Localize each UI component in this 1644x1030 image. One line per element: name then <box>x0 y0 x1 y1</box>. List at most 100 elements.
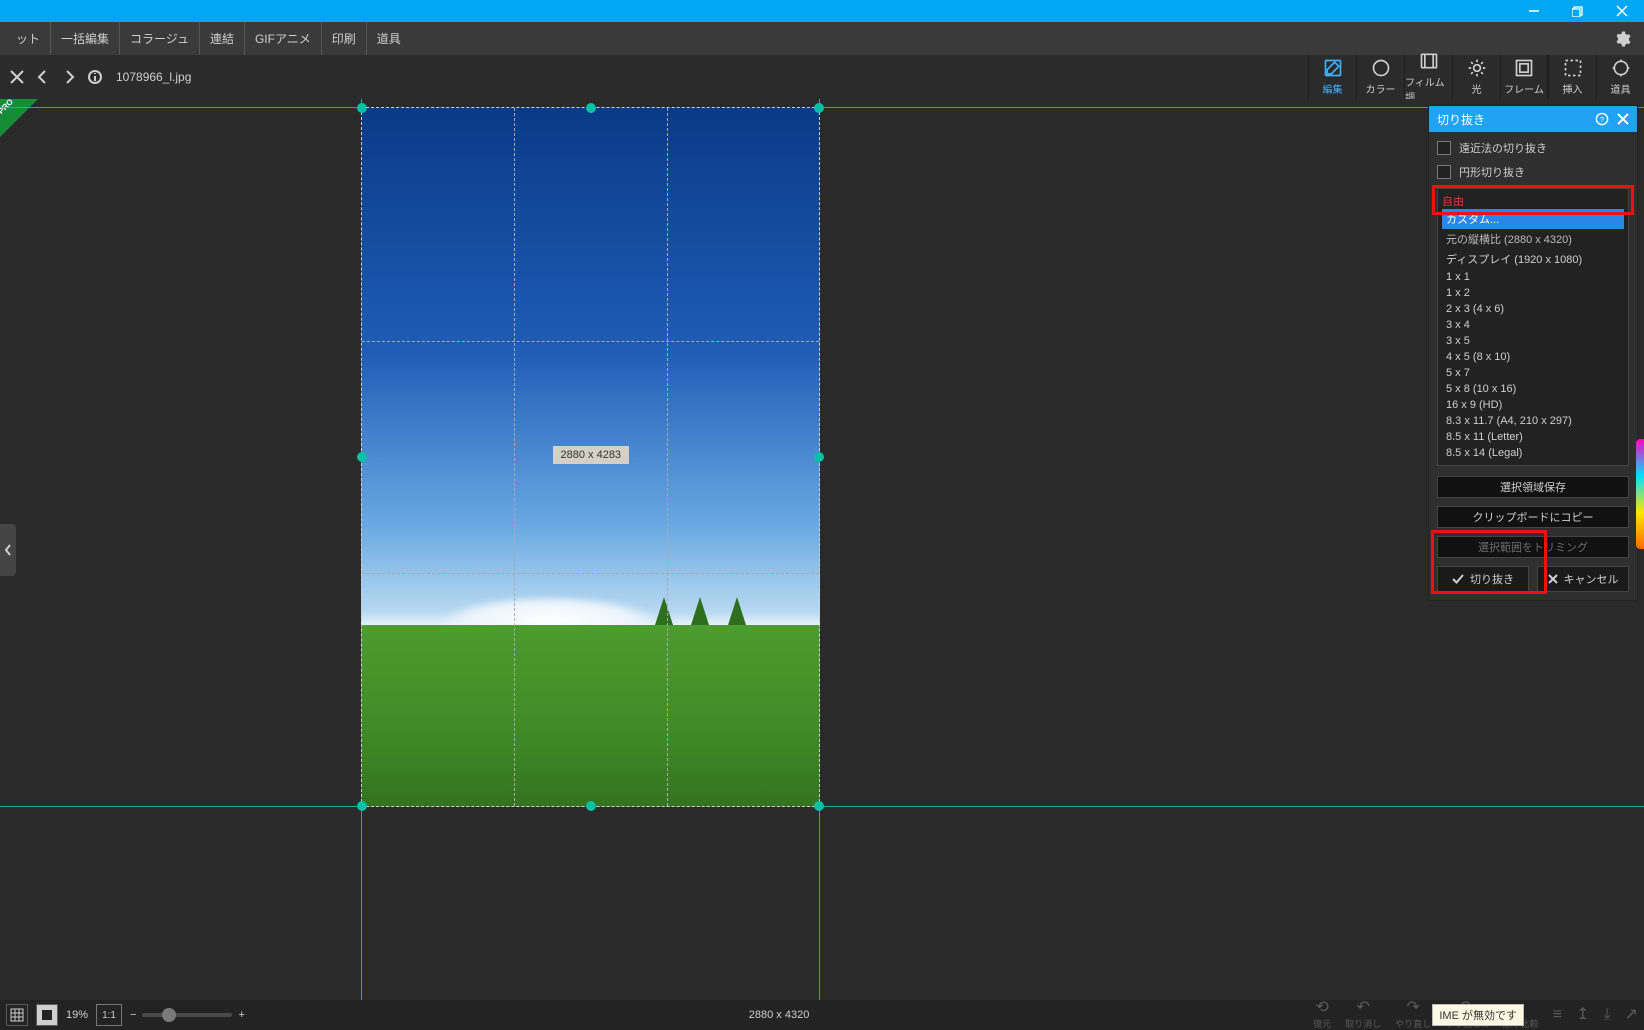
panel-close-button[interactable] <box>1617 113 1629 125</box>
checkbox-icon <box>1437 165 1451 179</box>
tool-tab-frame[interactable]: フレーム <box>1500 55 1548 99</box>
trim-selection-button: 選択範囲をトリミング <box>1437 536 1629 558</box>
save-selection-button[interactable]: 選択領域保存 <box>1437 476 1629 498</box>
canvas-area[interactable]: PRO 2880 x 4283 <box>0 99 1644 1000</box>
download-icon: ⤓ <box>1604 1007 1611 1023</box>
tool-tab-film[interactable]: フィルム調 <box>1404 55 1452 99</box>
ratio-item[interactable]: 1 x 2 <box>1442 285 1624 301</box>
ratio-item[interactable]: 5 x 7 <box>1442 365 1624 381</box>
pro-badge: PRO <box>0 99 38 137</box>
option-perspective-crop[interactable]: 遠近法の切り抜き <box>1437 140 1629 156</box>
menu-item-3[interactable]: 連結 <box>200 22 245 55</box>
icon-label: 取り消し <box>1345 1017 1381 1030</box>
ratio-item[interactable]: ディスプレイ (1920 x 1080) <box>1442 249 1624 269</box>
share-button[interactable]: ↗ <box>1625 1007 1638 1023</box>
ratio-item[interactable]: 4 x 5 (8 x 10) <box>1442 349 1624 365</box>
ratio-item[interactable]: 5 x 8 (10 x 16) <box>1442 381 1624 397</box>
crop-overlay[interactable]: 2880 x 4283 <box>361 107 820 807</box>
tools-icon <box>1609 58 1633 78</box>
nav-forward-button[interactable] <box>56 55 82 99</box>
crop-grid-line <box>362 341 819 342</box>
crop-cancel-button[interactable]: キャンセル <box>1537 566 1629 592</box>
option-circle-crop[interactable]: 円形切り抜き <box>1437 164 1629 180</box>
checkbox-icon <box>1437 141 1451 155</box>
redo-button[interactable]: ↷やり直し <box>1395 1000 1431 1030</box>
crop-handle-tm[interactable] <box>586 103 596 113</box>
zoom-track[interactable] <box>142 1013 232 1017</box>
crop-handle-mr[interactable] <box>814 452 824 462</box>
copy-clipboard-button[interactable]: クリップボードにコピー <box>1437 506 1629 528</box>
button-label: 選択範囲をトリミング <box>1478 542 1588 554</box>
ratio-item[interactable]: 2 x 3 (4 x 6) <box>1442 301 1624 317</box>
close-file-button[interactable] <box>4 55 30 99</box>
zoom-thumb[interactable] <box>162 1008 176 1022</box>
left-collapser[interactable] <box>0 524 16 576</box>
undo-button[interactable]: ↶取り消し <box>1345 1000 1381 1030</box>
menu-item-label: GIFアニメ <box>255 30 311 47</box>
settings-gear-button[interactable] <box>1605 22 1638 55</box>
nav-back-button[interactable] <box>30 55 56 99</box>
status-bar: 19% 1:1 − + 2880 x 4320 ⟲復元 ↶取り消し ↷やり直し … <box>0 1000 1644 1030</box>
ratio-item[interactable]: 8.5 x 11 (Letter) <box>1442 429 1624 445</box>
tool-tab-light[interactable]: 光 <box>1452 55 1500 99</box>
crop-confirm-button[interactable]: 切り抜き <box>1437 566 1529 592</box>
ratio-item[interactable]: 16 x 9 (HD) <box>1442 397 1624 413</box>
crop-handle-tr[interactable] <box>814 103 824 113</box>
history-button[interactable]: ≡ <box>1553 1007 1562 1023</box>
menu-item-0[interactable]: ット <box>6 22 51 55</box>
image-dimensions: 2880 x 4320 <box>749 1009 810 1021</box>
export-icon: ↥ <box>1576 1007 1589 1023</box>
ratio-item-truncated[interactable]: 元の縦横比 (2880 x 4320) <box>1442 229 1624 249</box>
window-close-button[interactable] <box>1600 0 1644 22</box>
menu-item-2[interactable]: コラージュ <box>120 22 200 55</box>
tool-tab-edit[interactable]: 編集 <box>1308 55 1356 99</box>
menu-item-label: 印刷 <box>332 30 356 47</box>
tool-tab-color[interactable]: カラー <box>1356 55 1404 99</box>
aspect-ratio-list[interactable]: 自由 カスタム... 元の縦横比 (2880 x 4320) ディスプレイ (1… <box>1437 188 1629 466</box>
window-minimize-button[interactable] <box>1512 0 1556 22</box>
tool-tab-insert[interactable]: 挿入 <box>1548 55 1596 99</box>
restore-icon: ⟲ <box>1315 1000 1328 1016</box>
ratio-item-selected[interactable]: カスタム... <box>1442 209 1624 229</box>
save-button[interactable]: ⤓ <box>1604 1007 1611 1023</box>
restore-button[interactable]: ⟲復元 <box>1313 1000 1331 1030</box>
menu-item-1[interactable]: 一括編集 <box>51 22 120 55</box>
tool-tab-label: 挿入 <box>1563 81 1583 96</box>
menu-item-4[interactable]: GIFアニメ <box>245 22 322 55</box>
current-filename: 1078966_l.jpg <box>116 70 191 84</box>
menu-item-label: コラージュ <box>130 30 189 47</box>
panel-help-button[interactable]: ? <box>1595 112 1609 126</box>
tool-tabs: 編集 カラー フィルム調 光 <box>1308 55 1644 99</box>
zoom-slider[interactable]: − + <box>130 1009 245 1021</box>
zoom-actual-size-button[interactable]: 1:1 <box>96 1004 122 1026</box>
crop-grid-line <box>667 108 668 806</box>
ratio-item[interactable]: 8.5 x 14 (Legal) <box>1442 445 1624 461</box>
menu-item-5[interactable]: 印刷 <box>322 22 367 55</box>
menu-item-label: 連結 <box>210 30 234 47</box>
ratio-item[interactable]: 3 x 4 <box>1442 317 1624 333</box>
right-color-strip[interactable] <box>1636 439 1644 549</box>
ratio-item[interactable]: 1 x 1 <box>1442 269 1624 285</box>
tool-tab-tools[interactable]: 道具 <box>1596 55 1644 99</box>
file-info-button[interactable] <box>82 55 108 99</box>
zoom-minus-button[interactable]: − <box>130 1009 136 1021</box>
ratio-item[interactable]: 8.3 x 11.7 (A4, 210 x 297) <box>1442 413 1624 429</box>
window-maximize-button[interactable] <box>1556 0 1600 22</box>
frame-icon <box>1512 58 1536 78</box>
grid-toggle-button[interactable] <box>6 1004 28 1026</box>
crop-handle-bm[interactable] <box>586 801 596 811</box>
crop-handle-ml[interactable] <box>357 452 367 462</box>
canvas-bg-toggle-button[interactable] <box>36 1004 58 1026</box>
button-label: 1:1 <box>102 1010 116 1021</box>
close-icon <box>1548 574 1558 584</box>
button-label: クリップボードにコピー <box>1473 512 1594 524</box>
share-icon: ↗ <box>1625 1007 1638 1023</box>
crop-handle-br[interactable] <box>814 801 824 811</box>
crop-handle-tl[interactable] <box>357 103 367 113</box>
menu-item-6[interactable]: 道具 <box>367 22 411 55</box>
light-icon <box>1465 58 1489 78</box>
tool-tab-label: カラー <box>1366 81 1396 96</box>
crop-handle-bl[interactable] <box>357 801 367 811</box>
export-button[interactable]: ↥ <box>1576 1007 1589 1023</box>
ratio-item[interactable]: 3 x 5 <box>1442 333 1624 349</box>
